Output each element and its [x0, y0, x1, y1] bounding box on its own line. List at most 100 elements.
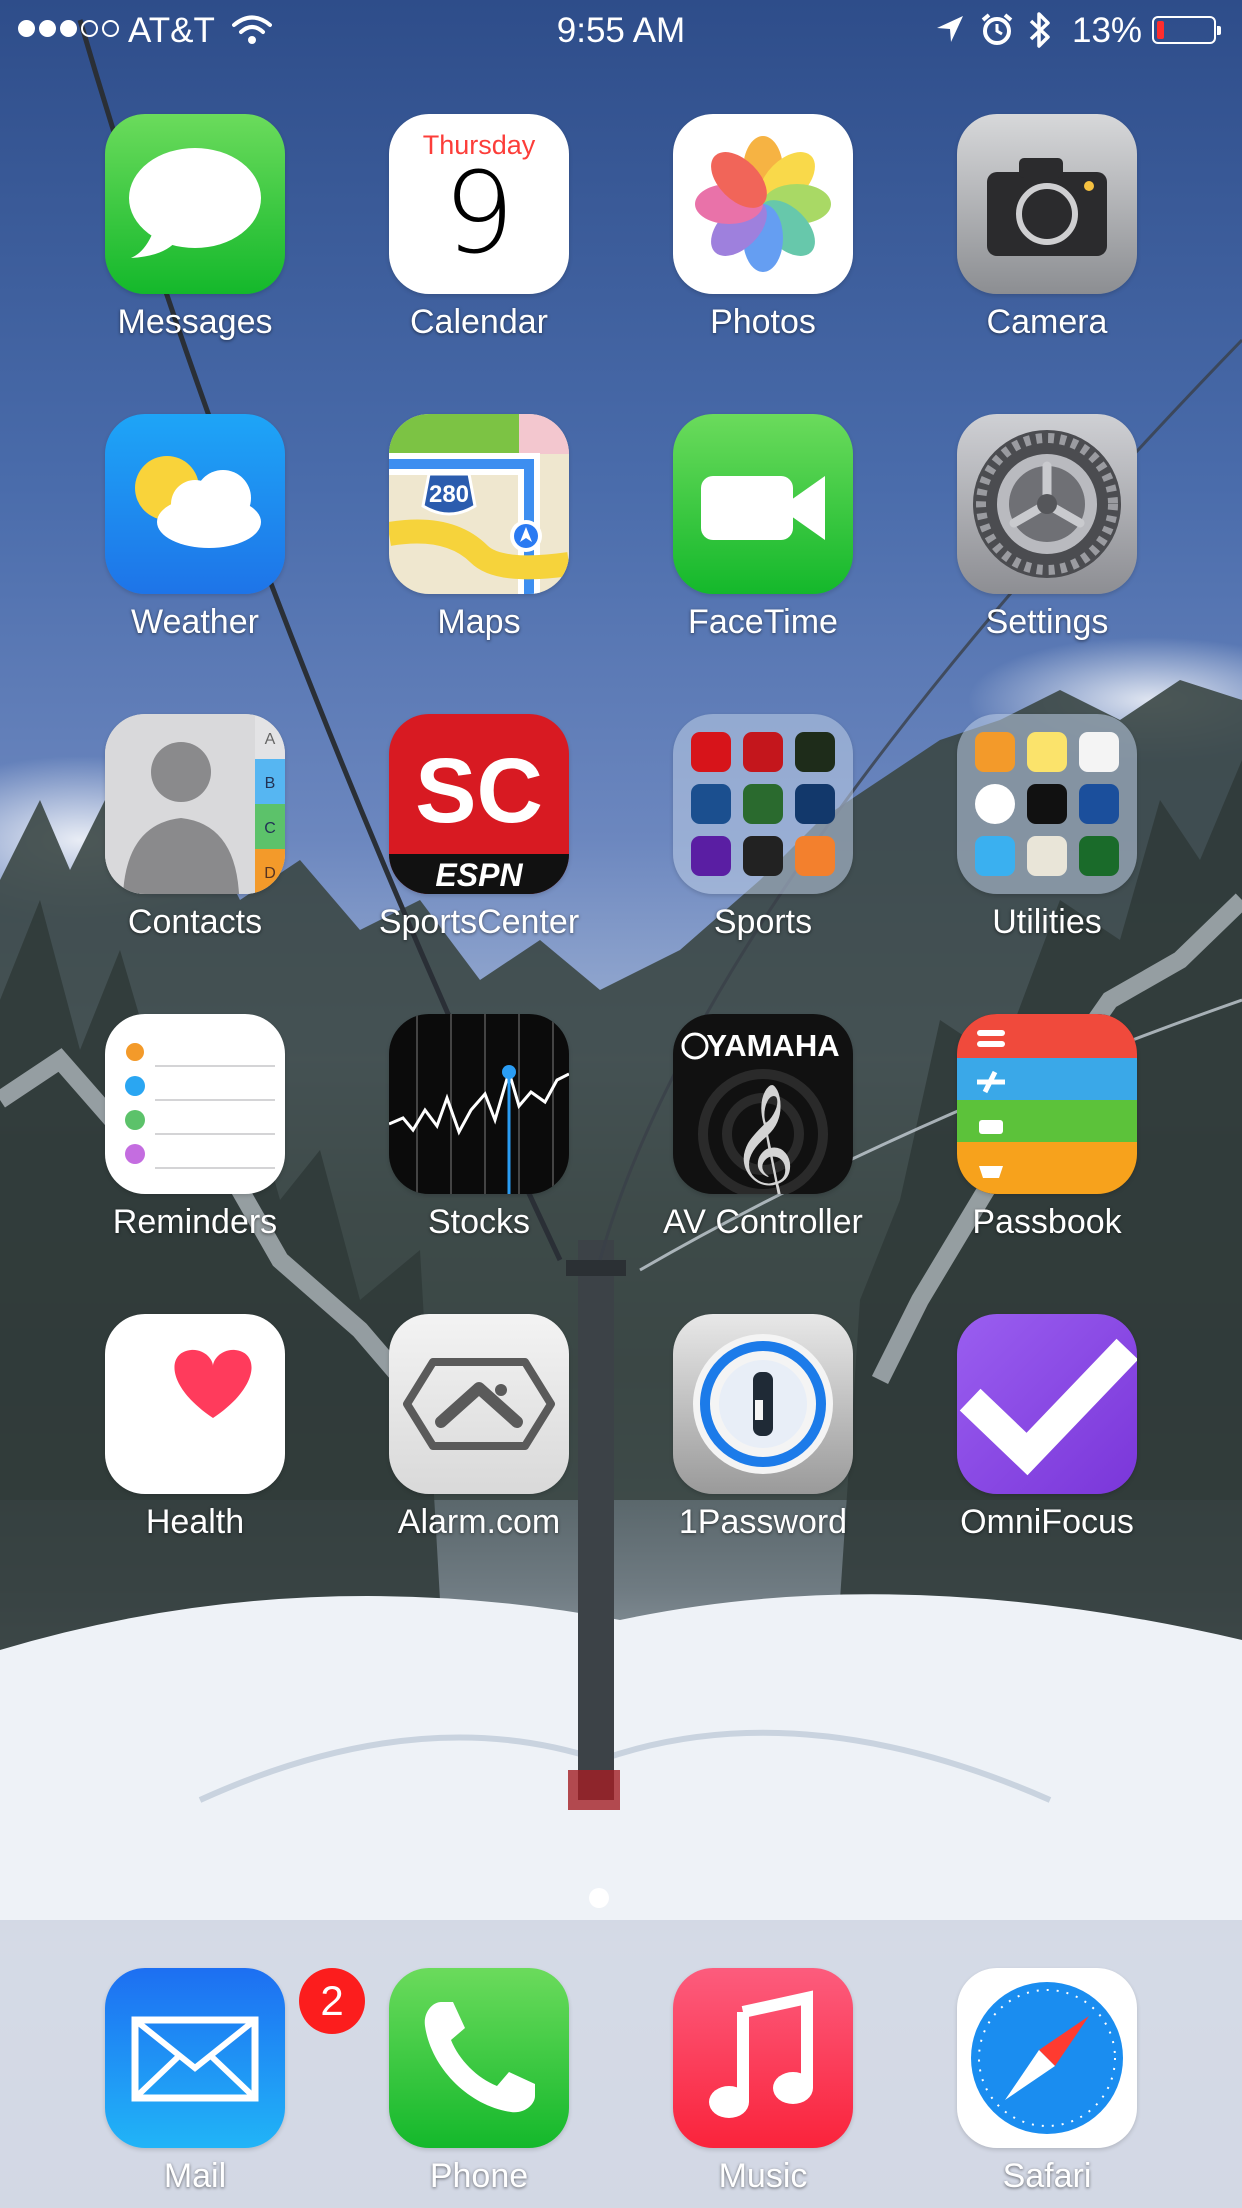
voice-memos-mini-icon: [1079, 732, 1119, 772]
app-label: Music: [718, 2157, 808, 2195]
app-sportscenter[interactable]: SC ESPN SportsCenter: [337, 714, 621, 942]
app-label: Reminders: [112, 1203, 278, 1241]
app-av-controller[interactable]: YAMAHA 𝄞 AV Controller: [621, 1014, 905, 1242]
directv-mini-icon: [691, 784, 731, 824]
mail-unread-badge: 2: [299, 1968, 365, 2034]
espn-fantasy-mini-icon: [743, 732, 783, 772]
btn-mini-icon: [795, 784, 835, 824]
app-label: Alarm.com: [397, 1503, 561, 1541]
compass-mini-icon: [1027, 784, 1067, 824]
app-label: Health: [145, 1503, 245, 1541]
app-contacts[interactable]: A B C D Contacts: [53, 714, 337, 942]
app-label: Weather: [131, 603, 259, 641]
app-label: Phone: [429, 2157, 529, 2195]
alarm-clock-icon: [980, 12, 1014, 55]
reminders-icon[interactable]: [105, 1014, 285, 1194]
calculator-mini-icon: [975, 732, 1015, 772]
sports-folder-icon[interactable]: [673, 714, 853, 894]
espn-sc-logo: SC: [415, 740, 543, 842]
find-iphone-mini-icon: [1079, 836, 1119, 876]
contacts-icon[interactable]: A B C D: [105, 714, 285, 894]
dock: 2 Mail Phone Music Safari: [0, 1920, 1242, 2208]
app-label: OmniFocus: [960, 1503, 1134, 1541]
sportscenter-espn-icon[interactable]: SC ESPN: [389, 714, 569, 894]
page-indicator-dot[interactable]: [589, 1888, 609, 1908]
app-camera[interactable]: Camera: [905, 114, 1189, 342]
music-note-icon[interactable]: [673, 1968, 853, 2148]
app-label: Stocks: [427, 1203, 531, 1241]
contacts-tab-a: A: [265, 731, 276, 748]
omnifocus-checkmark-icon[interactable]: [957, 1314, 1137, 1494]
yahoo-sports-mini-icon: [691, 836, 731, 876]
bracket-mini-icon: [743, 836, 783, 876]
passbook-icon[interactable]: [957, 1014, 1137, 1194]
app-health[interactable]: Health: [53, 1314, 337, 1542]
health-heart-icon[interactable]: [105, 1314, 285, 1494]
weather-sun-cloud-icon[interactable]: [105, 414, 285, 594]
app-calendar[interactable]: Thursday 9 Calendar: [337, 114, 621, 342]
photos-pinwheel-icon[interactable]: [673, 114, 853, 294]
dock-app-phone[interactable]: Phone: [337, 1968, 621, 2196]
phone-handset-icon[interactable]: [389, 1968, 569, 2148]
app-label: Sports: [713, 903, 813, 941]
utilities-folder-icon[interactable]: [957, 714, 1137, 894]
status-time: 9:55 AM: [556, 11, 686, 50]
contacts-tab-d: D: [264, 865, 276, 882]
mail-envelope-icon[interactable]: [105, 1968, 285, 2148]
svg-text:𝄞: 𝄞: [730, 1082, 795, 1194]
app-stocks[interactable]: Stocks: [337, 1014, 621, 1242]
app-label: AV Controller: [663, 1203, 863, 1241]
calendar-icon[interactable]: Thursday 9: [389, 114, 569, 294]
onepassword-keyhole-icon[interactable]: [673, 1314, 853, 1494]
app-reminders[interactable]: Reminders: [53, 1014, 337, 1242]
stocks-chart-icon[interactable]: [389, 1014, 569, 1194]
app-label: Calendar: [410, 303, 548, 341]
notes-mini-icon: [1027, 732, 1067, 772]
app-label: Contacts: [127, 903, 263, 941]
app-label: Utilities: [992, 903, 1102, 941]
app-photos[interactable]: Photos: [621, 114, 905, 342]
folder-sports[interactable]: Sports: [621, 714, 905, 942]
app-label: Passbook: [972, 1203, 1122, 1241]
facetime-video-icon[interactable]: [673, 414, 853, 594]
maps-icon[interactable]: 280: [389, 414, 569, 594]
yamaha-treble-clef-icon[interactable]: YAMAHA 𝄞: [673, 1014, 853, 1194]
battery-percentage: 13%: [1072, 11, 1143, 50]
sports-asterisk-mini-icon: [795, 836, 835, 876]
espn-wordmark: ESPN: [435, 857, 523, 893]
dock-app-mail[interactable]: 2 Mail: [53, 1968, 365, 2196]
app-label: Safari: [1002, 2157, 1092, 2195]
golf-mini-icon: [795, 732, 835, 772]
alarm-com-house-icon[interactable]: [389, 1314, 569, 1494]
app-omnifocus[interactable]: OmniFocus: [905, 1314, 1189, 1542]
battery-level-fill: [1157, 21, 1164, 39]
app-passbook[interactable]: Passbook: [905, 1014, 1189, 1242]
app-label: Messages: [117, 303, 273, 341]
google-maps-mini-icon: [1027, 836, 1067, 876]
calendar-date: 9: [443, 149, 515, 279]
app-alarm-com[interactable]: Alarm.com: [337, 1314, 621, 1542]
app-label: Maps: [437, 603, 521, 641]
bluetooth-icon: [1028, 10, 1052, 59]
yamaha-wordmark: YAMAHA: [706, 1028, 839, 1063]
settings-gear-icon[interactable]: [957, 414, 1137, 594]
battery-icon: [1152, 16, 1221, 44]
app-weather[interactable]: Weather: [53, 414, 337, 642]
app-1password[interactable]: 1Password: [621, 1314, 905, 1542]
messages-icon[interactable]: [105, 114, 285, 294]
app-label: Settings: [985, 603, 1109, 641]
app-facetime[interactable]: FaceTime: [621, 414, 905, 642]
app-maps[interactable]: 280 Maps: [337, 414, 621, 642]
folder-utilities[interactable]: Utilities: [905, 714, 1189, 942]
camera-icon[interactable]: [957, 114, 1137, 294]
app-label: Photos: [710, 303, 816, 341]
maps-shield-number: 280: [429, 481, 469, 508]
contacts-tab-c: C: [264, 820, 276, 837]
location-arrow-icon: [935, 14, 965, 53]
app-messages[interactable]: Messages: [53, 114, 337, 342]
safari-compass-icon[interactable]: [957, 1968, 1137, 2148]
dock-app-safari[interactable]: Safari: [905, 1968, 1189, 2196]
app-label: 1Password: [678, 1503, 848, 1541]
dock-app-music[interactable]: Music: [621, 1968, 905, 2196]
app-settings[interactable]: Settings: [905, 414, 1189, 642]
